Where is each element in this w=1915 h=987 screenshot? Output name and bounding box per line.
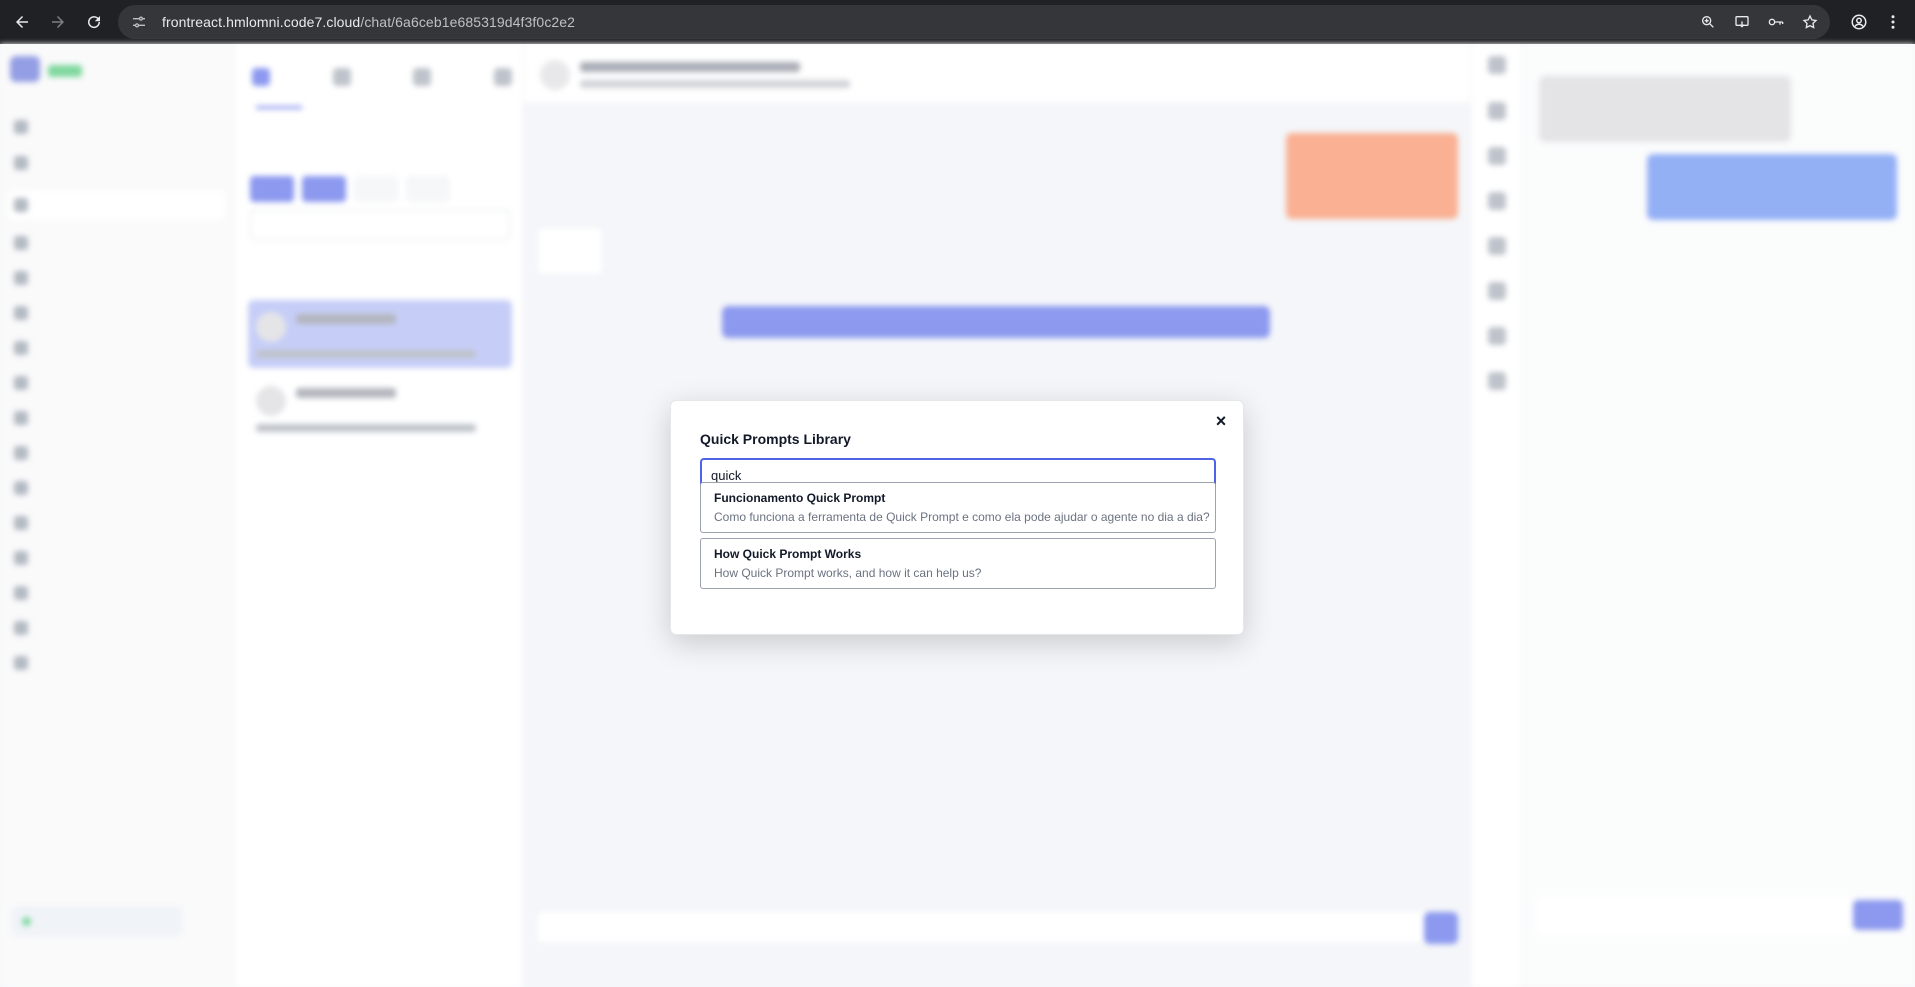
kebab-icon[interactable] [1881, 10, 1905, 34]
address-bar-actions [1698, 5, 1820, 39]
close-icon[interactable]: × [1211, 411, 1231, 431]
prompt-result-description: Como funciona a ferramenta de Quick Prom… [714, 510, 1210, 524]
arrow-left-icon[interactable] [8, 8, 36, 36]
browser-toolbar: frontreact.hmlomni.code7.cloud/chat/6a6c… [0, 0, 1915, 44]
cast-icon[interactable] [1732, 12, 1752, 32]
profile-icon[interactable] [1847, 10, 1871, 34]
browser-nav [0, 8, 108, 36]
zoom-icon[interactable] [1698, 12, 1718, 32]
key-icon[interactable] [1766, 12, 1786, 32]
tune-icon[interactable] [128, 11, 150, 33]
address-bar[interactable]: frontreact.hmlomni.code7.cloud/chat/6a6c… [118, 5, 1830, 39]
url-host: frontreact.hmlomni.code7.cloud [162, 14, 361, 30]
url-path: /chat/6a6ceb1e685319d4f3f0c2e2 [360, 14, 576, 30]
prompt-result-item[interactable]: Funcionamento Quick Prompt Como funciona… [700, 482, 1216, 533]
reload-icon[interactable] [80, 8, 108, 36]
prompt-result-item[interactable]: How Quick Prompt Works How Quick Prompt … [700, 538, 1216, 589]
prompt-result-title: Funcionamento Quick Prompt [714, 491, 886, 505]
modal-title: Quick Prompts Library [700, 431, 851, 447]
prompt-result-title: How Quick Prompt Works [714, 547, 862, 561]
arrow-right-icon[interactable] [44, 8, 72, 36]
star-icon[interactable] [1800, 12, 1820, 32]
quick-prompts-modal: × Quick Prompts Library Funcionamento Qu… [670, 400, 1244, 635]
url-text: frontreact.hmlomni.code7.cloud/chat/6a6c… [162, 14, 575, 30]
prompt-result-description: How Quick Prompt works, and how it can h… [714, 566, 982, 580]
